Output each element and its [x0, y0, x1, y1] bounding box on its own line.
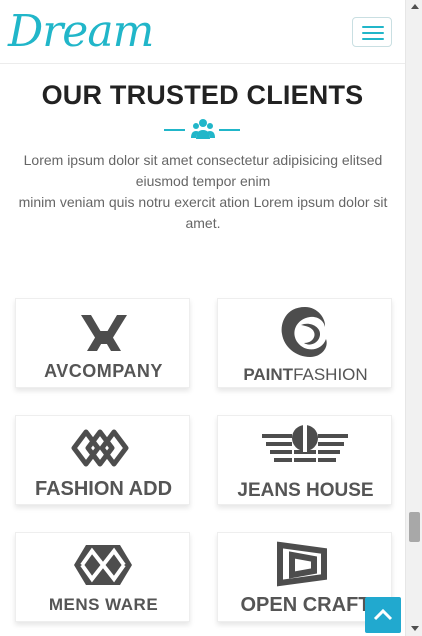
hamburger-menu-icon — [362, 26, 384, 28]
vertical-scrollbar[interactable] — [405, 0, 422, 636]
section-intro: Lorem ipsum dolor sit amet consectetur a… — [8, 150, 398, 234]
scrollbar-thumb[interactable] — [409, 512, 420, 542]
chevron-up-icon — [373, 608, 393, 621]
client-logo-card[interactable]: AVCOMPANY — [15, 298, 190, 388]
client-name: AVCOMPANY — [44, 361, 163, 381]
client-logo-card[interactable]: MENS WARE — [15, 532, 190, 622]
client-name: PAINTFASHION — [218, 365, 393, 385]
intro-line-2: minim veniam quis notru exercit ation Lo… — [18, 194, 388, 231]
intro-line-1: Lorem ipsum dolor sit amet consectetur a… — [23, 152, 383, 189]
client-name: FASHION ADD — [34, 478, 173, 500]
section-title: OUR TRUSTED CLIENTS — [41, 80, 364, 110]
client-name-light: FASHION — [293, 365, 368, 384]
client-logo-card[interactable]: PAINTFASHION — [217, 298, 392, 388]
client-name-bold: PAINT — [243, 365, 294, 384]
users-icon — [191, 119, 215, 139]
client-logo-card[interactable]: FASHION ADD — [15, 415, 190, 505]
client-name: JEANS HOUSE — [237, 480, 374, 501]
site-header: Dream — [0, 0, 405, 64]
page-viewport: Dream OUR TRUSTED CLIENTS Lorem ipsum do… — [0, 0, 405, 636]
title-divider — [0, 118, 405, 140]
menu-toggle-button[interactable] — [352, 17, 392, 47]
divider-line-left — [164, 129, 185, 131]
scroll-up-arrow-icon[interactable] — [411, 4, 419, 9]
divider-line-right — [219, 129, 240, 131]
back-to-top-button[interactable] — [365, 597, 401, 633]
client-name: MENS WARE — [48, 595, 159, 614]
scroll-down-arrow-icon[interactable] — [411, 626, 419, 631]
client-logo-card[interactable]: JEANS HOUSE — [217, 415, 392, 505]
brand-logo[interactable]: Dream — [8, 4, 154, 60]
